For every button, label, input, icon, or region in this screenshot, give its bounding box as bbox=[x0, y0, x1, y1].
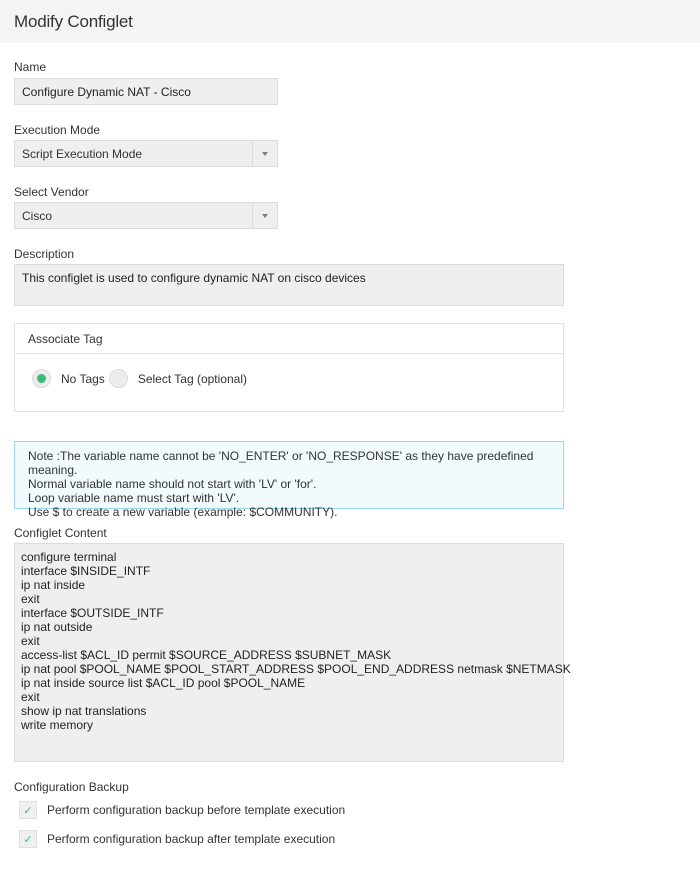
chevron-down-icon bbox=[262, 151, 268, 156]
configlet-content-textarea[interactable]: configure terminal interface $INSIDE_INT… bbox=[14, 543, 571, 762]
description-label: Description bbox=[14, 247, 75, 261]
vendor-select[interactable]: Cisco bbox=[14, 202, 278, 229]
note-line: Normal variable name should not start wi… bbox=[28, 477, 317, 491]
content-line: show ip nat translations bbox=[21, 704, 147, 718]
content-line: exit bbox=[21, 634, 40, 648]
backup-after-checkbox[interactable]: ✓ bbox=[19, 830, 37, 848]
note-line: Loop variable name must start with 'LV'. bbox=[28, 491, 240, 505]
radio-no-tags-label[interactable]: No Tags bbox=[61, 372, 105, 386]
description-textarea[interactable]: This configlet is used to configure dyna… bbox=[14, 264, 564, 306]
content-line: write memory bbox=[21, 718, 94, 732]
configuration-backup-label: Configuration Backup bbox=[14, 780, 129, 794]
variable-note: Note :The variable name cannot be 'NO_EN… bbox=[14, 441, 564, 519]
content-line: ip nat outside bbox=[21, 620, 93, 634]
note-line: Use $ to create a new variable (example:… bbox=[28, 505, 338, 519]
associate-tag-panel: Associate Tag No Tags Select Tag (option… bbox=[14, 323, 564, 412]
name-label: Name bbox=[14, 60, 47, 74]
content-line: ip nat inside source list $ACL_ID pool $… bbox=[21, 676, 306, 690]
radio-selected-dot bbox=[37, 374, 46, 383]
backup-after-option[interactable]: ✓ Perform configuration backup after tem… bbox=[19, 830, 335, 848]
content-line: interface $OUTSIDE_INTF bbox=[21, 606, 164, 620]
execution-mode-value: Script Execution Mode bbox=[22, 146, 143, 161]
dropdown-toggle[interactable] bbox=[252, 203, 277, 228]
vendor-label: Select Vendor bbox=[14, 185, 89, 199]
check-icon: ✓ bbox=[23, 804, 33, 817]
check-icon: ✓ bbox=[23, 833, 33, 846]
name-input[interactable]: Configure Dynamic NAT - Cisco bbox=[14, 78, 278, 105]
radio-no-tags[interactable] bbox=[32, 369, 51, 388]
associate-tag-title: Associate Tag bbox=[15, 324, 563, 354]
content-line: exit bbox=[21, 592, 40, 606]
page-header: Modify Configlet bbox=[0, 0, 700, 43]
execution-mode-label: Execution Mode bbox=[14, 123, 101, 137]
tag-radio-group: No Tags Select Tag (optional) bbox=[15, 369, 563, 388]
chevron-down-icon bbox=[262, 213, 268, 218]
content-line: exit bbox=[21, 690, 40, 704]
vendor-value: Cisco bbox=[22, 208, 53, 223]
content-line: access-list $ACL_ID permit $SOURCE_ADDRE… bbox=[21, 648, 392, 662]
configlet-content-label: Configlet Content bbox=[14, 526, 107, 540]
radio-select-tag[interactable] bbox=[108, 369, 128, 388]
page-title: Modify Configlet bbox=[14, 11, 133, 31]
content-line: ip nat inside bbox=[21, 578, 86, 592]
radio-select-tag-label[interactable]: Select Tag (optional) bbox=[138, 372, 247, 386]
execution-mode-select[interactable]: Script Execution Mode bbox=[14, 140, 278, 167]
content-line: configure terminal bbox=[21, 550, 117, 564]
backup-after-label[interactable]: Perform configuration backup after templ… bbox=[47, 832, 335, 846]
note-line: Note :The variable name cannot be 'NO_EN… bbox=[28, 449, 534, 477]
backup-before-option[interactable]: ✓ Perform configuration backup before te… bbox=[19, 801, 345, 819]
backup-before-checkbox[interactable]: ✓ bbox=[19, 801, 37, 819]
content-line: ip nat pool $POOL_NAME $POOL_START_ADDRE… bbox=[21, 662, 571, 676]
content-line: interface $INSIDE_INTF bbox=[21, 564, 151, 578]
dropdown-toggle[interactable] bbox=[252, 141, 277, 166]
backup-before-label[interactable]: Perform configuration backup before temp… bbox=[47, 803, 345, 817]
